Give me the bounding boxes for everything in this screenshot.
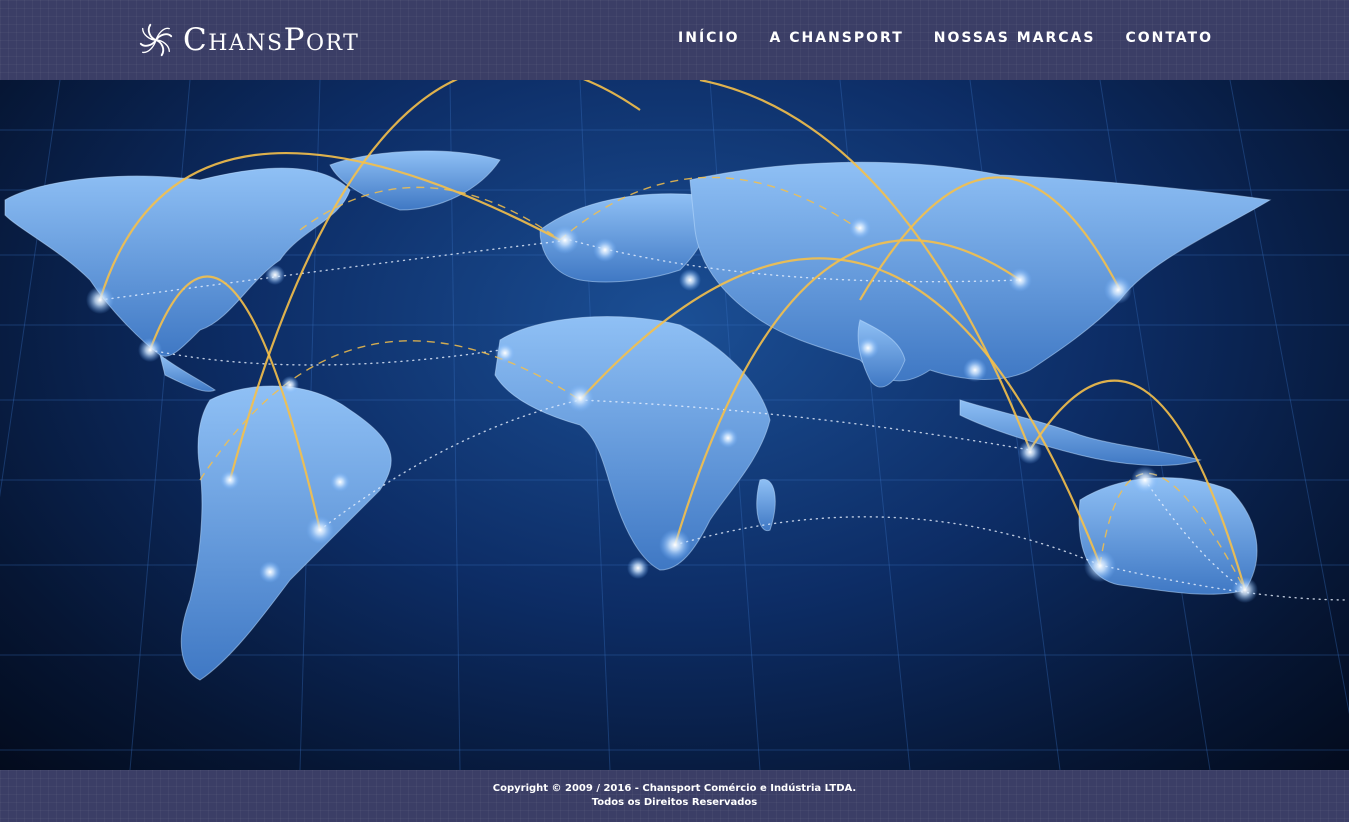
main-nav: INÍCIO A CHANSPORT NOSSAS MARCAS CONTATO (678, 30, 1213, 46)
site-header: ChansPort INÍCIO A CHANSPORT NOSSAS MARC… (0, 0, 1349, 80)
continents (4, 150, 1272, 681)
site-footer: Copyright © 2009 / 2016 - Chansport Comé… (0, 770, 1349, 822)
world-map-network-icon (0, 80, 1349, 770)
rights-text: Todos os Direitos Reservados (591, 797, 758, 808)
nav-nossas-marcas[interactable]: NOSSAS MARCAS (934, 30, 1096, 46)
swirl-logo-icon (139, 23, 173, 57)
brand-logo[interactable]: ChansPort (137, 18, 359, 62)
copyright-text: Copyright © 2009 / 2016 - Chansport Comé… (492, 783, 857, 794)
nav-inicio[interactable]: INÍCIO (678, 30, 740, 46)
nav-contato[interactable]: CONTATO (1125, 30, 1213, 46)
nav-a-chansport[interactable]: A CHANSPORT (770, 30, 904, 46)
hero-world-map (0, 80, 1349, 770)
brand-name: ChansPort (183, 21, 360, 58)
